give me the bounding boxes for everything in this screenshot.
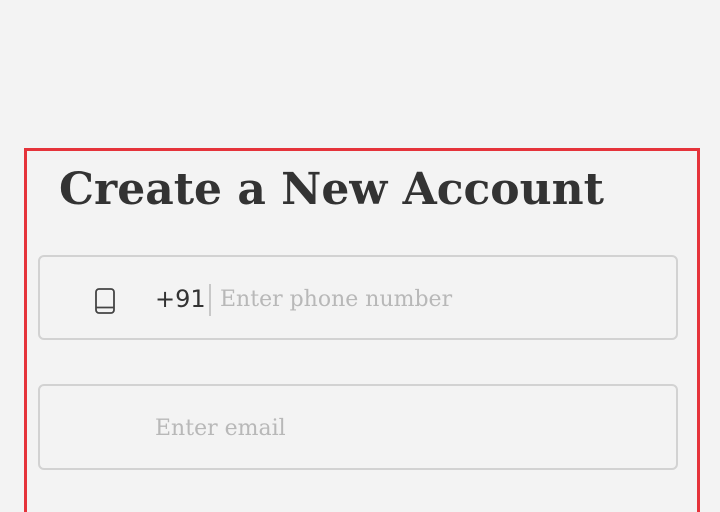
country-code-divider: [209, 284, 211, 316]
mobile-phone-icon: [95, 288, 115, 314]
country-code[interactable]: +91: [155, 283, 206, 315]
phone-field[interactable]: +91: [38, 255, 678, 340]
email-input[interactable]: [155, 411, 665, 445]
email-field[interactable]: [38, 384, 678, 470]
phone-input[interactable]: [220, 282, 660, 316]
page-title: Create a New Account: [59, 164, 604, 215]
signup-page: Create a New Account +91: [0, 0, 720, 512]
